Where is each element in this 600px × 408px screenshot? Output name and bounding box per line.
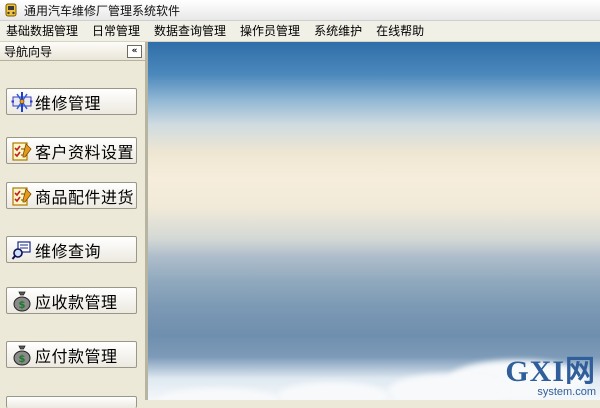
nav-customer-settings-button[interactable]: 客户资料设置 bbox=[6, 137, 137, 164]
cloud bbox=[388, 374, 508, 400]
menu-bar: 基础数据管理 日常管理 数据查询管理 操作员管理 系统维护 在线帮助 bbox=[0, 21, 600, 42]
car-app-icon bbox=[4, 3, 18, 17]
svg-text:$: $ bbox=[19, 300, 26, 311]
cloud bbox=[278, 382, 388, 400]
menu-online-help[interactable]: 在线帮助 bbox=[369, 21, 431, 41]
checklist-icon bbox=[11, 140, 33, 162]
nav-list: 维修管理 客户资料设置 商品配件进货 维修查询 $ 应收款管理 $ 应付款管理 bbox=[0, 62, 145, 408]
money-bag-icon: $ bbox=[11, 290, 33, 312]
watermark-logo: GXI网 bbox=[505, 355, 596, 388]
window-title: 通用汽车维修厂管理系统软件 bbox=[24, 3, 181, 18]
menu-operator[interactable]: 操作员管理 bbox=[233, 21, 307, 41]
site-watermark: GXI网 system.com bbox=[505, 357, 596, 398]
repair-tools-icon bbox=[11, 91, 33, 113]
money-bag-icon: $ bbox=[11, 344, 33, 366]
nav-repair-query-label: 维修查询 bbox=[35, 241, 102, 261]
sidebar-title: 导航向导 bbox=[4, 44, 53, 59]
nav-receivables-label: 应收款管理 bbox=[35, 292, 118, 312]
nav-payables-label: 应付款管理 bbox=[35, 346, 118, 366]
nav-receivables-button[interactable]: $ 应收款管理 bbox=[6, 287, 137, 314]
nav-repair-management-label: 维修管理 bbox=[35, 93, 102, 113]
nav-parts-purchase-label: 商品配件进货 bbox=[35, 187, 135, 207]
svg-text:$: $ bbox=[19, 354, 26, 365]
menu-daily[interactable]: 日常管理 bbox=[85, 21, 147, 41]
checklist-icon bbox=[11, 185, 33, 207]
cloud bbox=[158, 388, 278, 400]
nav-more-button[interactable] bbox=[6, 396, 137, 408]
background-image: GXI网 system.com bbox=[148, 42, 600, 400]
navigation-sidebar: 导航向导 « 维修管理 客户资料设置 商品配件进货 维修查询 $ 应收款管理 $… bbox=[0, 42, 148, 408]
menu-system-maintenance[interactable]: 系统维护 bbox=[307, 21, 369, 41]
menu-data-query[interactable]: 数据查询管理 bbox=[147, 21, 233, 41]
nav-customer-settings-label: 客户资料设置 bbox=[35, 142, 135, 162]
nav-repair-query-button[interactable]: 维修查询 bbox=[6, 236, 137, 263]
nav-parts-purchase-button[interactable]: 商品配件进货 bbox=[6, 182, 137, 209]
menu-basic-data[interactable]: 基础数据管理 bbox=[0, 21, 85, 41]
title-bar: 通用汽车维修厂管理系统软件 bbox=[0, 0, 600, 21]
nav-repair-management-button[interactable]: 维修管理 bbox=[6, 88, 137, 115]
nav-payables-button[interactable]: $ 应付款管理 bbox=[6, 341, 137, 368]
search-query-icon bbox=[11, 239, 33, 261]
collapse-sidebar-button[interactable]: « bbox=[127, 44, 142, 58]
sidebar-header: 导航向导 « bbox=[0, 42, 145, 61]
watermark-site: system.com bbox=[537, 386, 596, 398]
